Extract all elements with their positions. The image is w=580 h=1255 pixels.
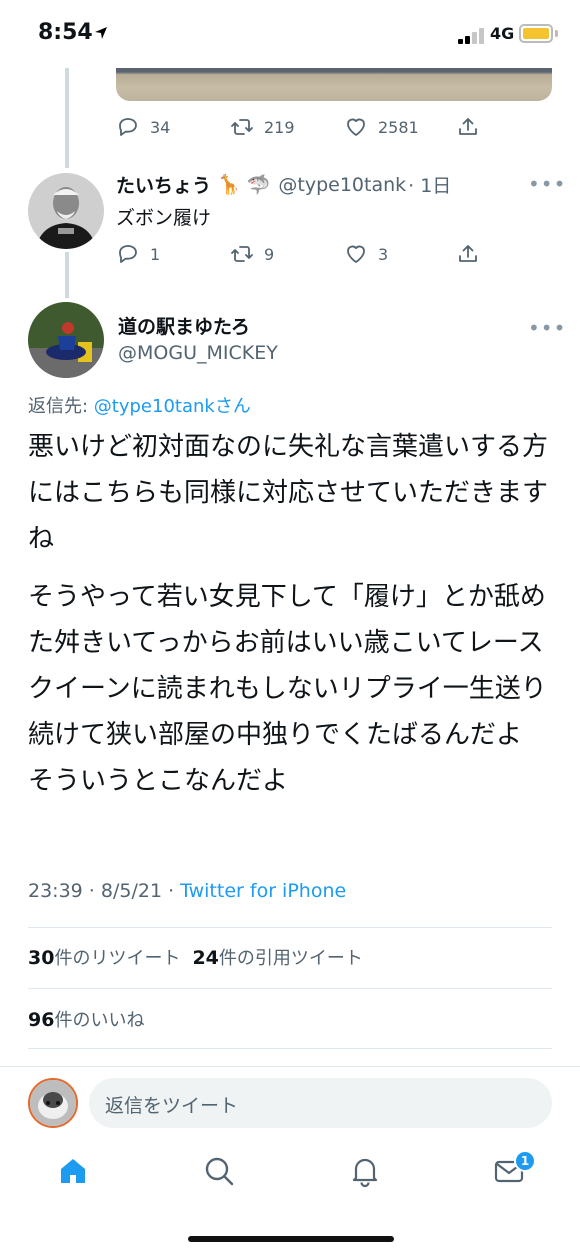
thread-line-middle — [65, 252, 69, 298]
reply-icon — [119, 245, 137, 263]
retweet-icon — [231, 246, 253, 262]
retweet-count: 9 — [264, 244, 275, 264]
reply-icon — [119, 118, 137, 136]
tab-home[interactable] — [56, 1154, 90, 1188]
bell-icon — [352, 1158, 378, 1188]
status-time: 8:54 — [38, 20, 93, 45]
avatar-type10tank[interactable] — [28, 173, 104, 249]
location-arrow-icon — [95, 27, 107, 39]
replying-to: 返信先: @type10tankさん — [28, 392, 251, 418]
previous-tweet-media[interactable] — [116, 68, 552, 101]
tweet-body-paragraph-1: 悪いけど初対面なのに失礼な言葉遣いする方にはこちらも同様に対応させていただきます… — [28, 432, 549, 554]
previous-tweet-actions: 34 219 2581 — [116, 112, 486, 142]
reply-count: 34 — [150, 117, 171, 137]
search-icon — [205, 1157, 234, 1186]
cellular-signal-icon — [458, 28, 484, 44]
retweet-stats[interactable]: 30件のリツイート 24件の引用ツイート — [28, 944, 363, 970]
quote-count: 24 — [192, 947, 219, 969]
retweet-button[interactable]: 219 — [230, 112, 295, 142]
like-count-total: 96 — [28, 1009, 55, 1031]
user-handle[interactable]: @MOGU_MICKEY — [118, 342, 278, 364]
divider — [28, 1048, 552, 1049]
share-icon — [459, 118, 477, 135]
tweet-source-link[interactable]: Twitter for iPhone — [180, 880, 346, 902]
like-button[interactable]: 2581 — [344, 112, 419, 142]
thread-line-top — [65, 68, 69, 168]
quote-label: 件の引用ツイート — [218, 948, 363, 969]
user-handle[interactable]: @type10tank — [278, 174, 406, 196]
tweet-age: · 1日 — [408, 175, 452, 197]
tab-notifications[interactable] — [348, 1154, 382, 1188]
divider — [28, 988, 552, 989]
tweet-timestamp: 23:39 · 8/5/21 · — [28, 880, 181, 902]
display-name[interactable]: たいちょう — [116, 171, 211, 198]
battery-icon — [519, 24, 553, 43]
heart-icon — [347, 245, 365, 263]
tweet-body-paragraph-2: そうやって若い女見下して「履け」とか舐めた舛きいてっからお前はいい歳こいてレース… — [28, 582, 549, 796]
reply-tweet-header: たいちょう 🦒 🦈 @type10tank · 1日 — [116, 171, 451, 198]
replying-to-link[interactable]: @type10tankさん — [94, 396, 251, 417]
battery-tip — [555, 30, 558, 37]
messages-badge: 1 — [514, 1150, 536, 1172]
more-options-icon[interactable]: ••• — [528, 172, 566, 196]
tweet-metadata: 23:39 · 8/5/21 · Twitter for iPhone — [28, 880, 346, 902]
share-button[interactable] — [456, 239, 480, 269]
retweet-button[interactable]: 9 — [230, 239, 274, 269]
replying-to-label: 返信先: — [28, 396, 94, 417]
display-name[interactable]: 道の駅まゆたろ — [118, 312, 250, 339]
reply-bar-divider — [0, 1066, 580, 1067]
status-bar: 8:54 4G — [0, 0, 580, 68]
reply-button[interactable]: 1 — [116, 239, 160, 269]
tab-search[interactable] — [202, 1154, 236, 1188]
more-options-icon[interactable]: ••• — [528, 316, 566, 340]
retweet-icon — [231, 119, 253, 135]
retweet-label: 件のリツイート — [54, 948, 181, 969]
like-stats[interactable]: 96件のいいね — [28, 1006, 144, 1032]
divider — [28, 927, 552, 928]
retweet-count: 30 — [28, 947, 55, 969]
network-type: 4G — [490, 24, 515, 43]
my-avatar[interactable] — [28, 1078, 78, 1128]
reply-count: 1 — [150, 244, 161, 264]
share-button[interactable] — [456, 112, 480, 142]
like-count: 2581 — [378, 117, 419, 137]
home-icon — [61, 1159, 85, 1183]
home-indicator — [188, 1236, 394, 1242]
reply-tweet-actions: 1 9 3 — [116, 239, 486, 269]
reply-input[interactable]: 返信をツイート — [89, 1078, 552, 1128]
heart-icon — [347, 118, 365, 136]
like-label: 件のいいね — [54, 1010, 145, 1031]
retweet-count: 219 — [264, 117, 295, 137]
avatar-mogu-mickey[interactable] — [28, 302, 104, 378]
reply-input-placeholder: 返信をツイート — [105, 1095, 239, 1117]
share-icon — [459, 245, 477, 262]
name-emojis: 🦒 🦈 — [217, 174, 271, 196]
tweet-text: ズボン履け — [116, 207, 212, 229]
like-count: 3 — [378, 244, 389, 264]
like-button[interactable]: 3 — [344, 239, 388, 269]
reply-button[interactable]: 34 — [116, 112, 170, 142]
